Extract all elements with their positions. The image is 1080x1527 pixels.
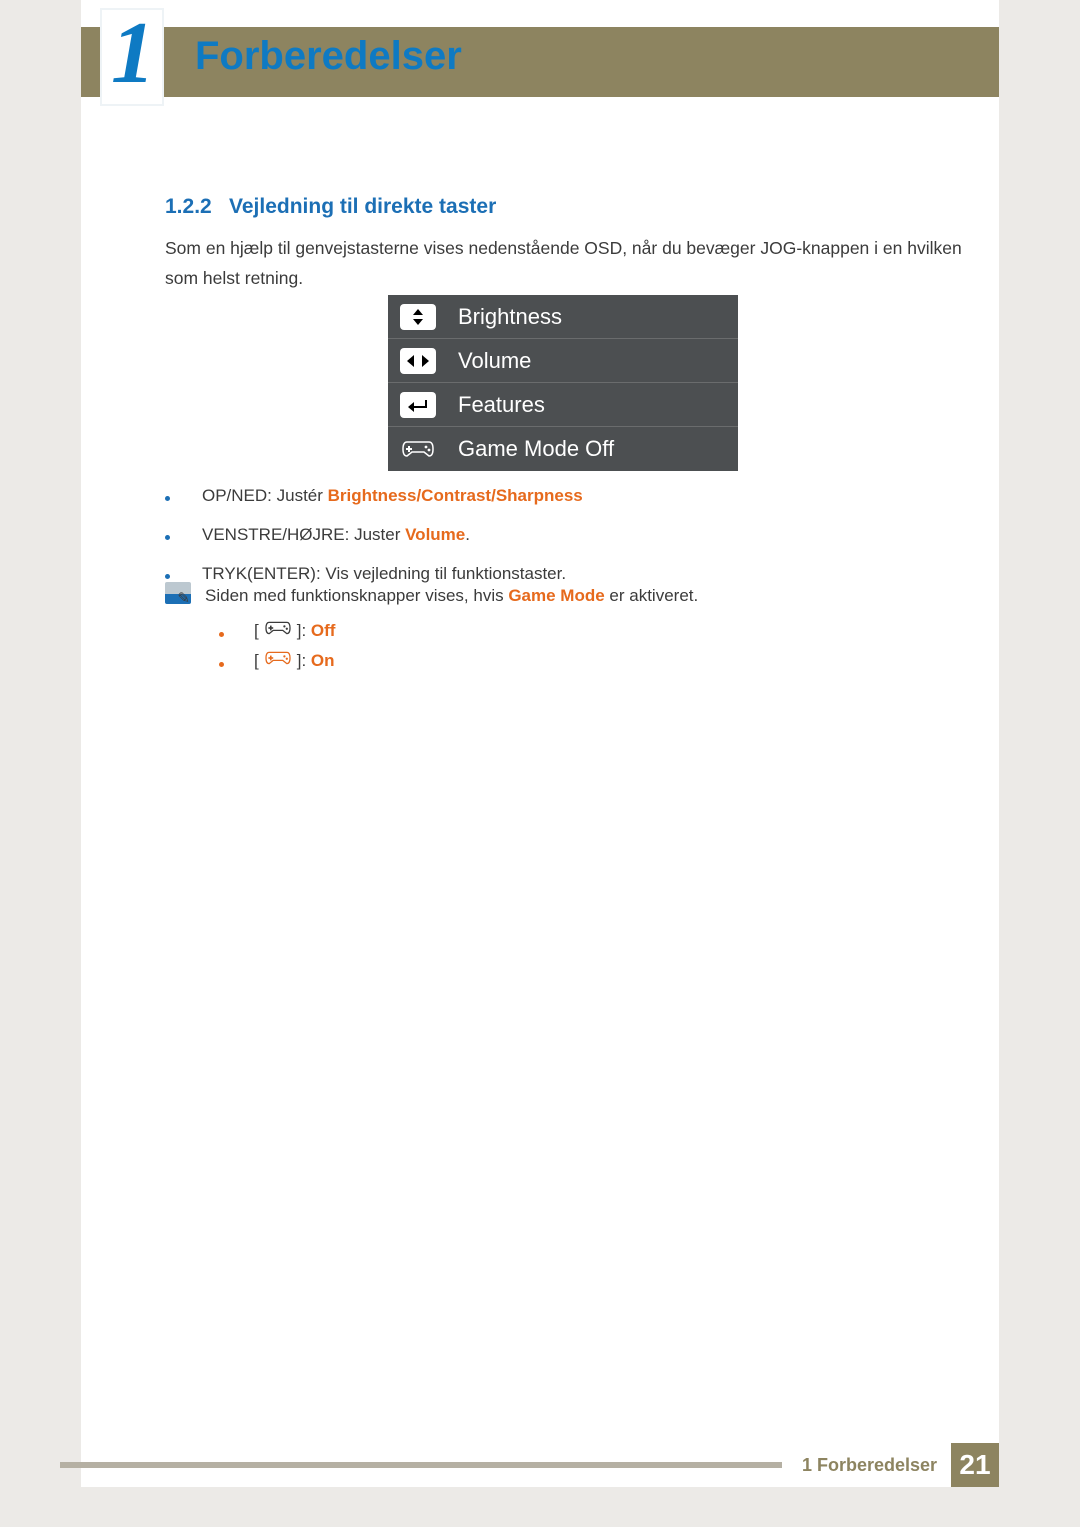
bullet-dot-icon <box>165 574 170 579</box>
footer-page-number: 21 <box>951 1443 999 1487</box>
chapter-title: Forberedelser <box>195 34 462 79</box>
chapter-number: 1 <box>111 10 155 98</box>
bullet-text: VENSTRE/HØJRE: Juster Volume. <box>202 521 470 548</box>
enter-icon <box>400 392 436 418</box>
section-title: Vejledning til direkte taster <box>229 195 496 219</box>
left-gutter <box>0 0 81 1527</box>
note-sub-text: []: On <box>254 649 335 671</box>
bullet-item: OP/NED: Justér Brightness/Contrast/Sharp… <box>165 482 965 509</box>
osd-label: Brightness <box>458 304 562 330</box>
page: 1 Forberedelser 1.2.2 Vejledning til dir… <box>81 0 999 1487</box>
bullet-dot-icon <box>219 662 224 667</box>
osd-label: Game Mode Off <box>458 436 614 462</box>
bullet-dot-icon <box>165 496 170 501</box>
bullet-dot-icon <box>165 535 170 540</box>
osd-row-gamemode: Game Mode Off <box>388 427 738 471</box>
gamepad-icon <box>261 649 295 667</box>
note-sub-text: []: Off <box>254 619 335 641</box>
note-sub-item-on: []: On <box>219 649 965 671</box>
osd-panel: Brightness Volume Features Game Mode Off <box>388 295 738 471</box>
footer-line-gutter <box>60 1462 81 1468</box>
note-text: Siden med funktionsknapper vises, hvis G… <box>205 582 698 611</box>
footer-chapter-label: 1 Forberedelser <box>802 1455 937 1476</box>
osd-row-features: Features <box>388 383 738 427</box>
note-sub-item-off: []: Off <box>219 619 965 641</box>
note-sub-list: []: Off []: On <box>219 619 965 671</box>
bullet-text: OP/NED: Justér Brightness/Contrast/Sharp… <box>202 482 583 509</box>
left-right-icon <box>400 348 436 374</box>
note-block: Siden med funktionsknapper vises, hvis G… <box>165 582 965 679</box>
chapter-number-box: 1 <box>100 8 164 106</box>
gamepad-icon <box>400 436 436 462</box>
note-icon <box>165 582 191 604</box>
osd-row-brightness: Brightness <box>388 295 738 339</box>
up-down-icon <box>400 304 436 330</box>
bullet-dot-icon <box>219 632 224 637</box>
osd-row-volume: Volume <box>388 339 738 383</box>
osd-label: Volume <box>458 348 531 374</box>
section-intro: Som en hjælp til genvejstasterne vises n… <box>165 234 965 294</box>
section-number: 1.2.2 <box>165 195 212 219</box>
osd-label: Features <box>458 392 545 418</box>
footer-line <box>81 1462 782 1468</box>
footer: 1 Forberedelser 21 <box>81 1443 999 1487</box>
gamepad-icon <box>261 619 295 637</box>
bullet-item: VENSTRE/HØJRE: Juster Volume. <box>165 521 965 548</box>
